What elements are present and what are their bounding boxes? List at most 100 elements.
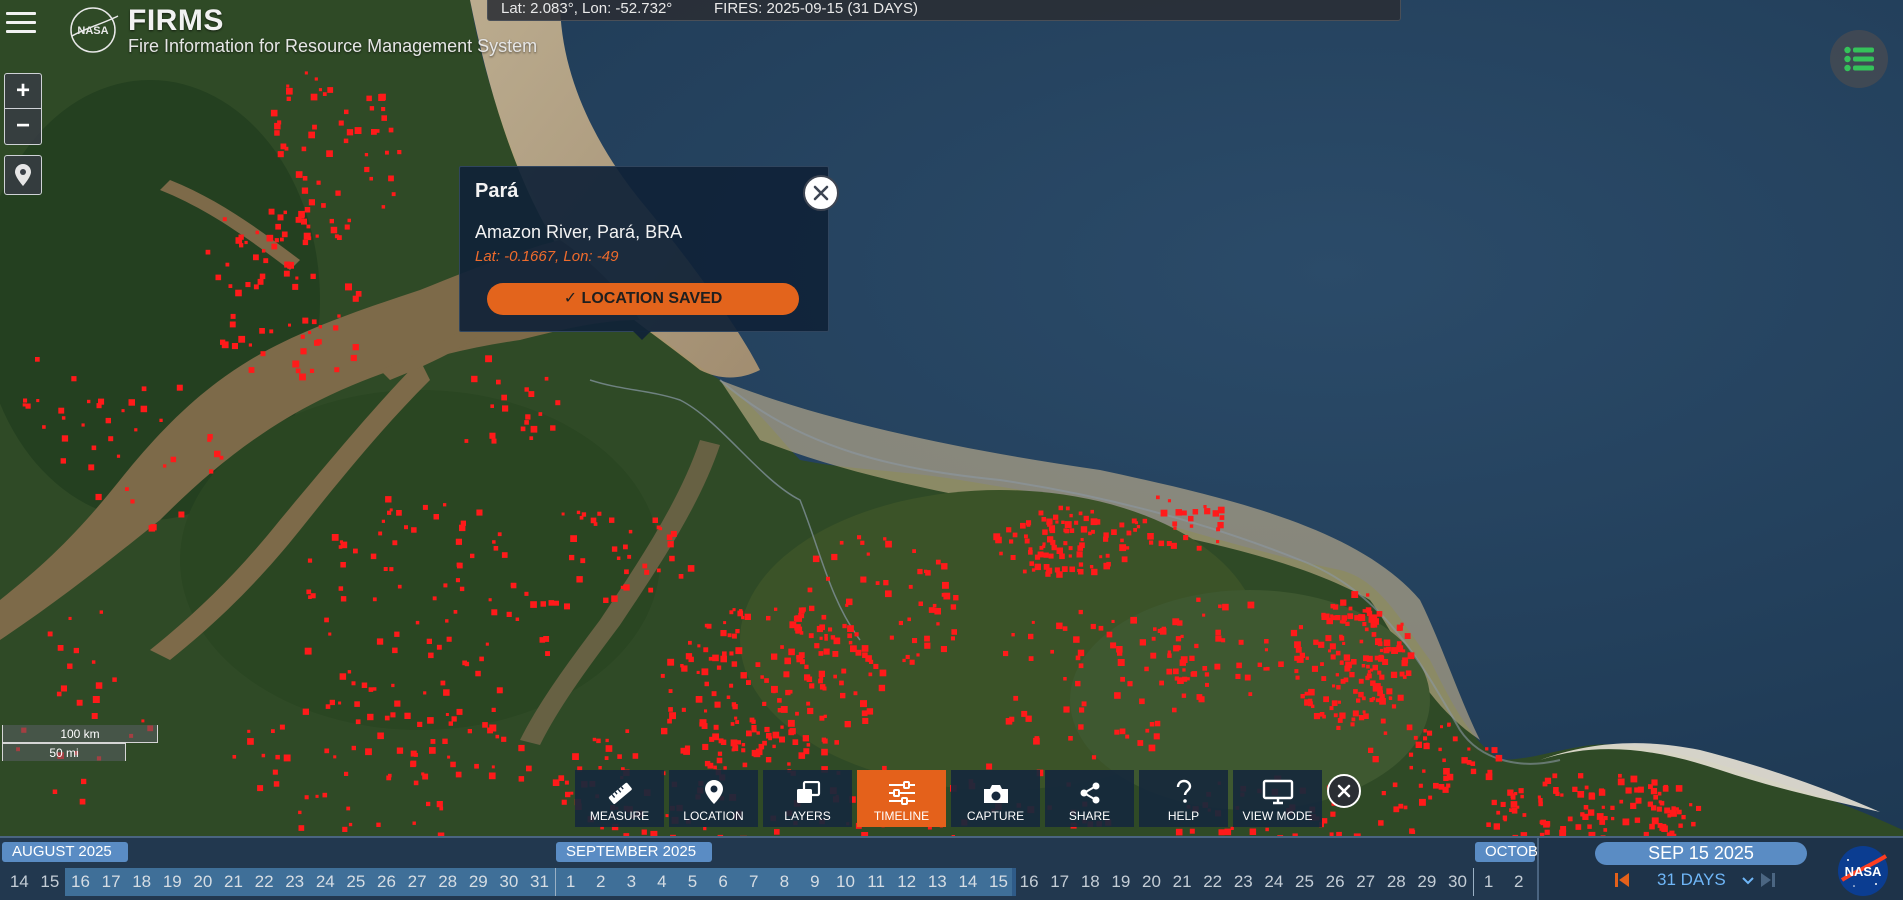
timeline-day-sep-17[interactable]: 17 bbox=[1044, 868, 1075, 896]
timeline-day-sep-30[interactable]: 30 bbox=[1442, 868, 1473, 896]
timeline-day-sep-20[interactable]: 20 bbox=[1136, 868, 1167, 896]
help-button[interactable]: HELP bbox=[1139, 770, 1228, 827]
timeline-day-sep-16[interactable]: 16 bbox=[1014, 868, 1045, 896]
timeline-day-sep-18[interactable]: 18 bbox=[1075, 868, 1106, 896]
timeline-day-aug-23[interactable]: 23 bbox=[279, 868, 310, 896]
location-button[interactable]: LOCATION bbox=[669, 770, 758, 827]
popup-close-button[interactable] bbox=[803, 175, 839, 211]
view-mode-button[interactable]: VIEW MODE bbox=[1233, 770, 1322, 827]
map-canvas[interactable] bbox=[0, 0, 1903, 900]
fire-detection bbox=[1026, 520, 1032, 526]
timeline-bar[interactable]: AUGUST 2025 SEPTEMBER 2025 OCTOBE 14 15 16… bbox=[0, 836, 1903, 900]
fire-detection bbox=[702, 743, 709, 750]
timeline-day-aug-22[interactable]: 22 bbox=[248, 868, 280, 896]
timeline-day-sep-9[interactable]: 9 bbox=[799, 868, 831, 896]
timeline-day-aug-26[interactable]: 26 bbox=[371, 868, 402, 896]
timeline-day-aug-18[interactable]: 18 bbox=[126, 868, 157, 896]
timeline-day-sep-24[interactable]: 24 bbox=[1259, 868, 1290, 896]
timeline-day-aug-31[interactable]: 31 bbox=[524, 868, 555, 896]
timeline-day-sep-3[interactable]: 3 bbox=[616, 868, 647, 896]
timeline-day-sep-19[interactable]: 19 bbox=[1106, 868, 1137, 896]
fire-detection bbox=[861, 710, 868, 717]
fire-detection bbox=[524, 387, 529, 392]
fire-detection bbox=[1583, 805, 1589, 810]
zoom-in-button[interactable]: + bbox=[4, 73, 42, 109]
timeline-day-sep-14[interactable]: 14 bbox=[952, 868, 984, 896]
range-selector[interactable]: 31 DAYS bbox=[1657, 870, 1755, 890]
timeline-day-aug-21[interactable]: 21 bbox=[218, 868, 249, 896]
timeline-day-aug-20[interactable]: 20 bbox=[187, 868, 219, 896]
timeline-day-oct-1[interactable]: 1 bbox=[1472, 868, 1504, 896]
month-october[interactable]: OCTOBE bbox=[1475, 842, 1548, 862]
selected-date[interactable]: SEP 15 2025 bbox=[1595, 842, 1807, 865]
share-button[interactable]: SHARE bbox=[1045, 770, 1134, 827]
timeline-day-aug-29[interactable]: 29 bbox=[463, 868, 494, 896]
fire-detection bbox=[1560, 826, 1567, 832]
timeline-day-sep-29[interactable]: 29 bbox=[1412, 868, 1443, 896]
timeline-day-sep-4[interactable]: 4 bbox=[646, 868, 678, 896]
timeline-day-sep-27[interactable]: 27 bbox=[1350, 868, 1381, 896]
timeline-day-aug-28[interactable]: 28 bbox=[432, 868, 463, 896]
zoom-out-button[interactable]: − bbox=[4, 109, 42, 145]
timeline-day-sep-12[interactable]: 12 bbox=[891, 868, 922, 896]
timeline-button[interactable]: TIMELINE bbox=[857, 770, 946, 827]
fire-detection bbox=[1617, 778, 1625, 786]
timeline-day-aug-25[interactable]: 25 bbox=[340, 868, 372, 896]
month-september[interactable]: SEPTEMBER 2025 bbox=[556, 842, 712, 862]
toolbar-close-button[interactable] bbox=[1327, 774, 1361, 808]
fire-detection bbox=[501, 552, 508, 558]
measure-button[interactable]: MEASURE bbox=[575, 770, 664, 827]
timeline-day-sep-1[interactable]: 1 bbox=[554, 868, 586, 896]
timeline-day-sep-25[interactable]: 25 bbox=[1289, 868, 1320, 896]
timeline-day-sep-21[interactable]: 21 bbox=[1167, 868, 1198, 896]
timeline-day-aug-30[interactable]: 30 bbox=[493, 868, 525, 896]
fire-detection bbox=[703, 647, 709, 653]
fire-detection bbox=[940, 646, 947, 653]
timeline-day-sep-10[interactable]: 10 bbox=[830, 868, 861, 896]
timeline-day-aug-15[interactable]: 15 bbox=[35, 868, 66, 896]
timeline-day-oct-2[interactable]: 2 bbox=[1503, 868, 1534, 896]
fire-detection bbox=[688, 656, 694, 663]
fire-detection bbox=[806, 676, 813, 682]
main-menu-button[interactable] bbox=[6, 12, 36, 40]
range-end-handle[interactable] bbox=[1012, 868, 1016, 896]
fire-detection bbox=[730, 722, 735, 726]
locate-button[interactable] bbox=[4, 155, 42, 195]
timeline-day-sep-22[interactable]: 22 bbox=[1197, 868, 1228, 896]
timeline-day-sep-28[interactable]: 28 bbox=[1381, 868, 1412, 896]
location-pin-icon bbox=[704, 780, 723, 804]
ruler-icon bbox=[608, 782, 632, 804]
timeline-day-sep-2[interactable]: 2 bbox=[585, 868, 616, 896]
next-period-button[interactable] bbox=[1761, 872, 1775, 893]
fire-detection bbox=[844, 721, 851, 728]
fire-detection bbox=[1034, 563, 1041, 571]
timeline-day-sep-26[interactable]: 26 bbox=[1320, 868, 1351, 896]
timeline-day-aug-17[interactable]: 17 bbox=[95, 868, 127, 896]
fire-detection bbox=[1689, 803, 1693, 807]
layer-list-button[interactable] bbox=[1830, 30, 1888, 88]
month-august[interactable]: AUGUST 2025 bbox=[2, 842, 128, 862]
fire-detection bbox=[1337, 700, 1341, 704]
timeline-day-aug-16[interactable]: 16 bbox=[65, 868, 96, 896]
layers-button[interactable]: LAYERS bbox=[763, 770, 852, 827]
timeline-day-sep-5[interactable]: 5 bbox=[677, 868, 708, 896]
satellite-map[interactable] bbox=[0, 0, 1903, 900]
timeline-day-sep-6[interactable]: 6 bbox=[707, 868, 739, 896]
timeline-day-aug-19[interactable]: 19 bbox=[157, 868, 188, 896]
timeline-day-sep-11[interactable]: 11 bbox=[860, 868, 892, 896]
fire-detection bbox=[1413, 735, 1418, 740]
timeline-day-aug-27[interactable]: 27 bbox=[401, 868, 433, 896]
timeline-day-sep-8[interactable]: 8 bbox=[769, 868, 800, 896]
timeline-day-sep-23[interactable]: 23 bbox=[1228, 868, 1259, 896]
timeline-day-sep-15[interactable]: 15 bbox=[983, 868, 1014, 896]
timeline-day-aug-14[interactable]: 14 bbox=[4, 868, 35, 896]
capture-button[interactable]: CAPTURE bbox=[951, 770, 1040, 827]
timeline-day-sep-13[interactable]: 13 bbox=[922, 868, 953, 896]
fire-detection bbox=[616, 556, 621, 560]
previous-period-button[interactable] bbox=[1615, 872, 1629, 893]
fire-detection bbox=[492, 540, 496, 544]
fire-detection bbox=[92, 696, 100, 703]
location-saved-button[interactable]: ✓ LOCATION SAVED bbox=[487, 283, 799, 315]
timeline-day-aug-24[interactable]: 24 bbox=[310, 868, 341, 896]
timeline-day-sep-7[interactable]: 7 bbox=[738, 868, 769, 896]
